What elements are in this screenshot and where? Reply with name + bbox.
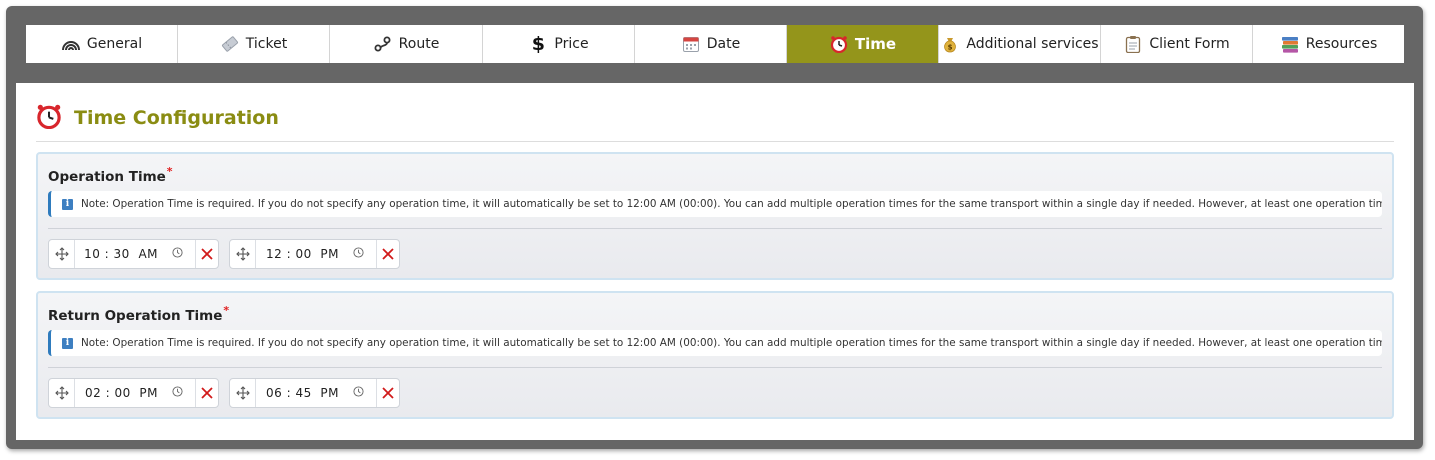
tab-resources[interactable]: Resources <box>1253 25 1404 63</box>
tab-client-form[interactable]: Client Form <box>1101 25 1253 63</box>
time-config-panel: Time Configuration Operation Time* i Not… <box>16 83 1414 440</box>
tab-label: Resources <box>1305 36 1378 52</box>
tab-label: Ticket <box>245 36 288 52</box>
info-note: i Note: Operation Time is required. If y… <box>48 191 1382 217</box>
info-icon: i <box>62 198 73 210</box>
tab-bar: General Ticket Route $ Price Date Time $… <box>26 25 1404 63</box>
time-entry: 12 : 00 PM <box>229 239 400 269</box>
clock-icon[interactable] <box>172 247 183 261</box>
svg-text:$: $ <box>948 44 953 52</box>
time-list: 10 : 30 AM 12 : 00 PM <box>48 239 400 269</box>
delete-time-button[interactable] <box>195 240 218 268</box>
time-input[interactable]: 12 : 00 PM <box>256 240 376 268</box>
time-input[interactable]: 06 : 45 PM <box>256 379 376 407</box>
tab-label: General <box>86 36 143 52</box>
clock-icon[interactable] <box>172 386 183 400</box>
section-title-text: Return Operation Time <box>48 308 223 324</box>
note-text: Note: Operation Time is required. If you… <box>81 337 1382 349</box>
time-period: PM <box>320 386 339 400</box>
delete-time-button[interactable] <box>376 240 399 268</box>
time-entry: 06 : 45 PM <box>229 378 400 408</box>
calendar-icon <box>681 34 701 54</box>
delete-time-button[interactable] <box>376 379 399 407</box>
alarm-clock-icon <box>36 103 62 133</box>
time-entry: 10 : 30 AM <box>48 239 219 269</box>
route-icon <box>373 34 393 54</box>
time-period: PM <box>139 386 158 400</box>
note-text: Note: Operation Time is required. If you… <box>81 198 1382 210</box>
tab-label: Route <box>398 36 440 52</box>
tab-label: Time <box>854 35 897 53</box>
move-handle-icon[interactable] <box>49 379 75 407</box>
section-title: Return Operation Time* <box>48 304 229 324</box>
dollar-icon: $ <box>531 33 546 55</box>
ticket-icon <box>220 34 240 54</box>
tab-route[interactable]: Route <box>330 25 483 63</box>
tab-label: Date <box>706 36 741 52</box>
close-icon <box>201 387 213 399</box>
section-divider <box>48 228 1382 229</box>
panel-heading: Time Configuration <box>36 103 279 133</box>
tab-price[interactable]: $ Price <box>483 25 635 63</box>
section-divider <box>48 367 1382 368</box>
section-title-text: Operation Time <box>48 169 166 185</box>
tab-time[interactable]: Time <box>787 25 939 63</box>
section-title: Operation Time* <box>48 165 173 185</box>
rainbow-icon <box>61 34 81 54</box>
tab-label: Price <box>554 36 589 52</box>
close-icon <box>382 248 394 260</box>
close-icon <box>382 387 394 399</box>
tab-label: Client Form <box>1149 36 1230 52</box>
time-input[interactable]: 10 : 30 AM <box>75 240 195 268</box>
clipboard-icon <box>1123 34 1143 54</box>
tab-ticket[interactable]: Ticket <box>178 25 330 63</box>
time-input[interactable]: 02 : 00 PM <box>75 379 195 407</box>
info-note: i Note: Operation Time is required. If y… <box>48 330 1382 356</box>
alarm-clock-icon <box>829 34 849 54</box>
time-period: PM <box>320 247 339 261</box>
required-asterisk: * <box>166 165 173 178</box>
move-handle-icon[interactable] <box>230 240 256 268</box>
money-bag-icon: $ <box>940 34 960 54</box>
required-asterisk: * <box>223 304 230 317</box>
page-title: Time Configuration <box>74 107 279 129</box>
tab-date[interactable]: Date <box>635 25 787 63</box>
clock-icon[interactable] <box>353 247 364 261</box>
books-icon <box>1280 34 1300 54</box>
time-period: AM <box>138 247 158 261</box>
tab-general[interactable]: General <box>26 25 178 63</box>
title-divider <box>36 141 1394 142</box>
operation-time-section: Operation Time* i Note: Operation Time i… <box>36 152 1394 280</box>
move-handle-icon[interactable] <box>49 240 75 268</box>
clock-icon[interactable] <box>353 386 364 400</box>
time-value: 12 : 00 <box>266 247 312 261</box>
time-value: 06 : 45 <box>266 386 312 400</box>
tab-additional-services[interactable]: $ Additional services <box>939 25 1101 63</box>
return-operation-time-section: Return Operation Time* i Note: Operation… <box>36 291 1394 419</box>
time-entry: 02 : 00 PM <box>48 378 219 408</box>
time-value: 02 : 00 <box>85 386 131 400</box>
info-icon: i <box>62 337 73 349</box>
move-handle-icon[interactable] <box>230 379 256 407</box>
tab-label: Additional services <box>966 36 1099 52</box>
time-value: 10 : 30 <box>84 247 130 261</box>
time-list: 02 : 00 PM 06 : 45 PM <box>48 378 400 408</box>
close-icon <box>201 248 213 260</box>
delete-time-button[interactable] <box>195 379 218 407</box>
